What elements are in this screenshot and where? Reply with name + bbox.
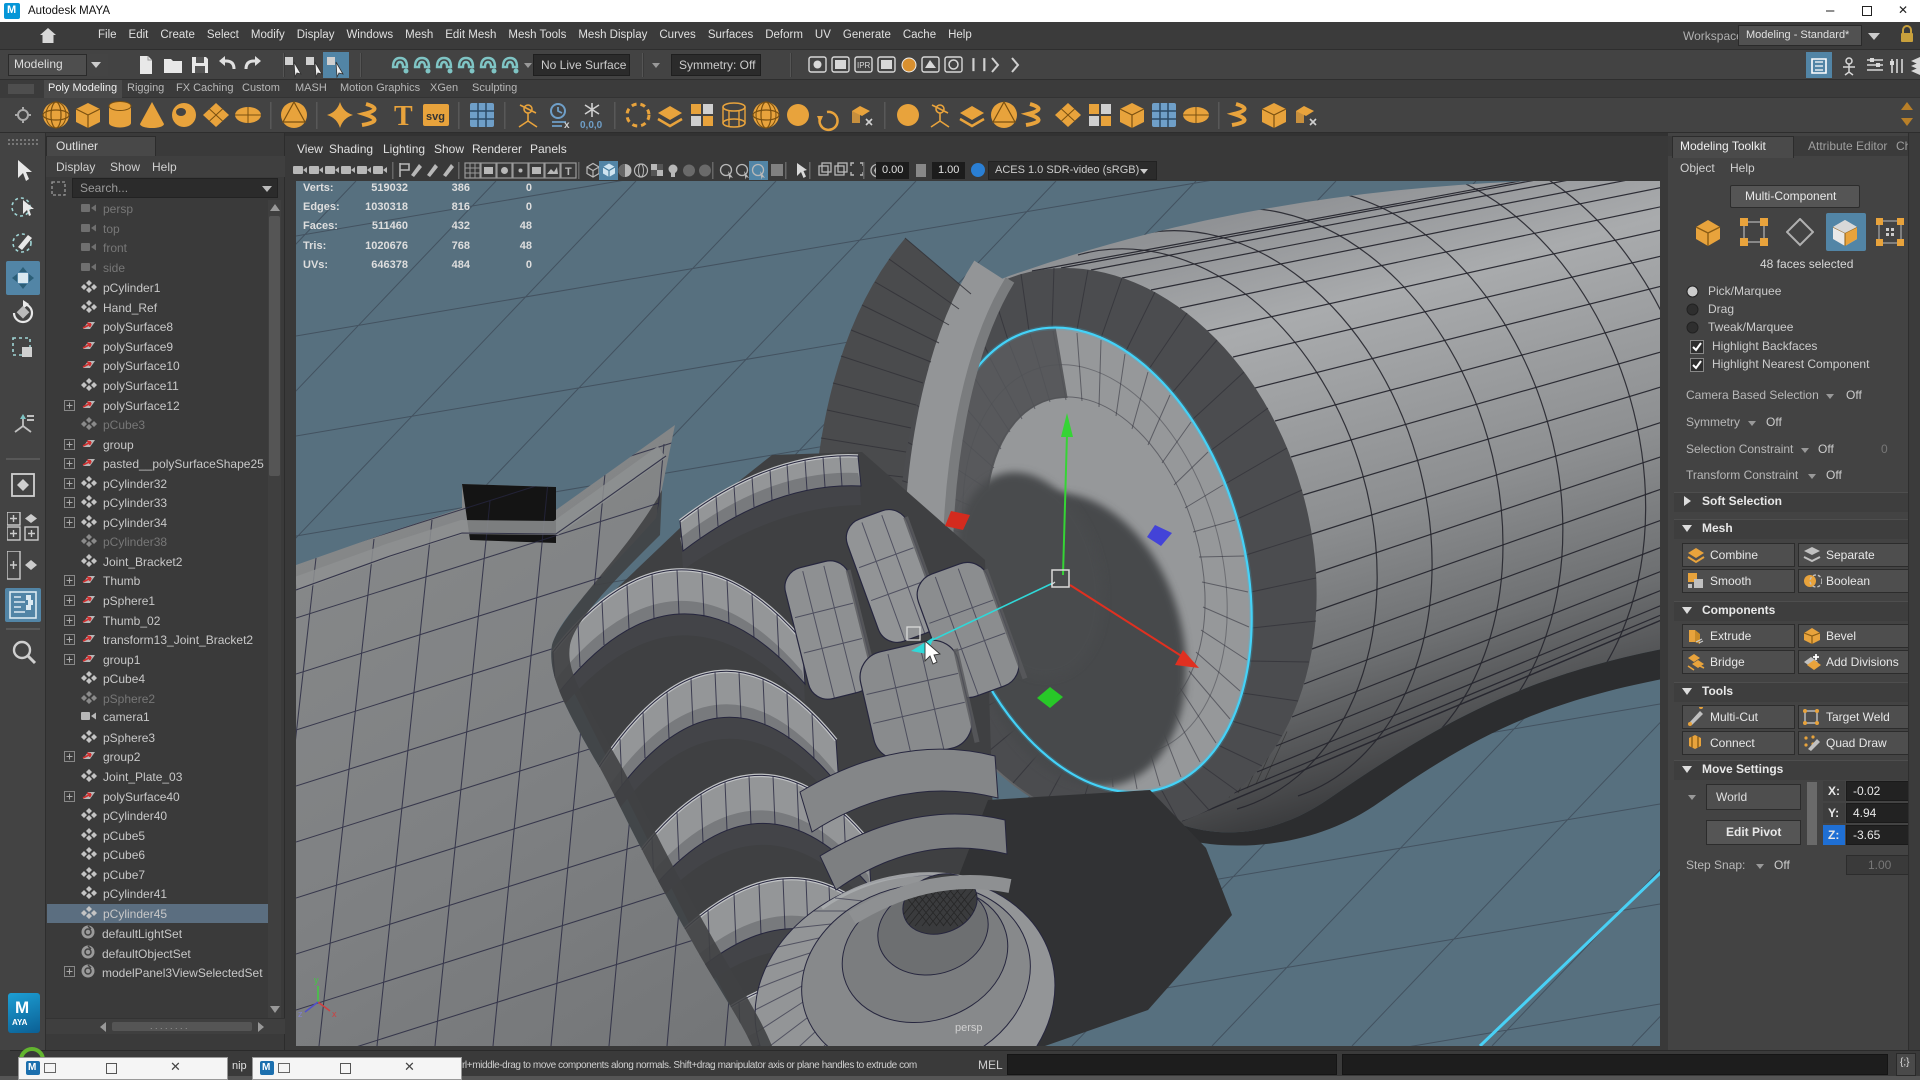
svg-text:Edges:: Edges:: [303, 201, 340, 213]
svg-text:0: 0: [526, 201, 532, 213]
svg-text:T: T: [394, 101, 413, 132]
svg-text:484: 484: [452, 259, 471, 271]
svg-text:Faces:: Faces:: [303, 220, 338, 232]
svg-text:Tris:: Tris:: [303, 240, 326, 252]
svg-text:UVs:: UVs:: [303, 259, 328, 271]
svg-text:y: y: [314, 975, 319, 985]
svg-text:511460: 511460: [372, 220, 408, 232]
svg-text:386: 386: [452, 182, 470, 194]
svg-text:x: x: [564, 120, 570, 131]
svg-text:48: 48: [520, 220, 532, 232]
svg-text:Verts:: Verts:: [303, 182, 334, 194]
svg-text:1020676: 1020676: [365, 240, 408, 252]
svg-text:svg: svg: [426, 111, 445, 123]
svg-text:816: 816: [452, 201, 470, 213]
svg-text:768: 768: [452, 240, 470, 252]
svg-text:48: 48: [520, 240, 532, 252]
svg-text:0: 0: [526, 259, 532, 271]
svg-text:IPR: IPR: [857, 61, 871, 70]
svg-text:0: 0: [526, 182, 532, 194]
svg-text:x: x: [332, 1009, 337, 1019]
svg-text:persp: persp: [955, 1022, 983, 1034]
svg-text:T: T: [565, 166, 572, 178]
svg-text:z: z: [298, 1009, 303, 1019]
svg-text:0,0,0: 0,0,0: [580, 120, 603, 131]
svg-text:1030318: 1030318: [365, 201, 408, 213]
svg-text:646378: 646378: [371, 259, 408, 271]
svg-text:519032: 519032: [371, 182, 408, 194]
svg-text:432: 432: [452, 220, 470, 232]
